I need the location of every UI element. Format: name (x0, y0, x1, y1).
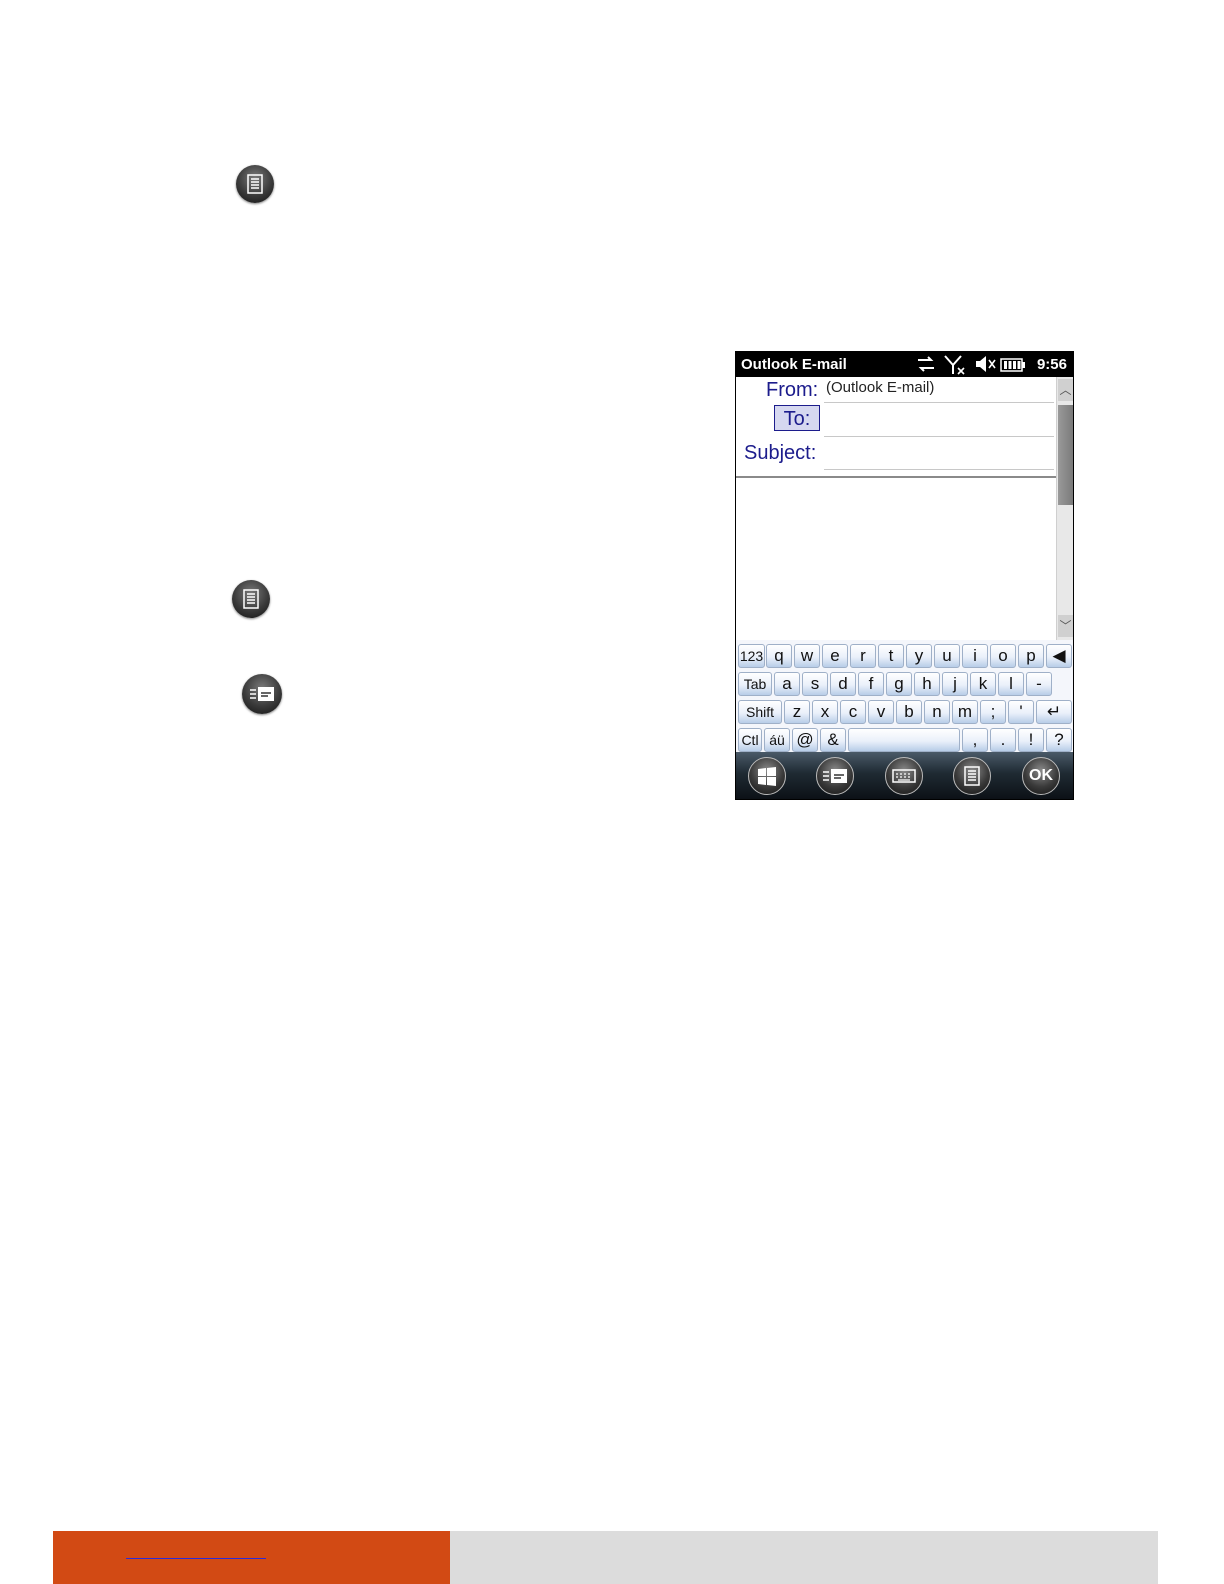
send-mail-icon (823, 769, 847, 783)
volume-muted-icon (974, 355, 996, 378)
status-bar: Outlook E-mail 9:56 (736, 352, 1073, 377)
key-shift[interactable]: Shift (738, 700, 782, 724)
scroll-up-icon[interactable]: ︿ (1058, 379, 1073, 401)
key-d[interactable]: d (830, 672, 856, 696)
key-v[interactable]: v (868, 700, 894, 724)
key-b[interactable]: b (896, 700, 922, 724)
enter-key[interactable]: ↵ (1036, 700, 1072, 724)
windows-start-icon (758, 767, 776, 786)
key-q[interactable]: q (766, 644, 792, 668)
key-f[interactable]: f (858, 672, 884, 696)
key-x[interactable]: x (812, 700, 838, 724)
scrollbar[interactable]: ︿ ﹀ (1056, 377, 1073, 640)
enter-icon: ↵ (1046, 702, 1062, 721)
key-u[interactable]: u (934, 644, 960, 668)
no-signal-icon (944, 355, 966, 380)
from-account-value[interactable]: (Outlook E-mail) (826, 379, 934, 396)
message-body[interactable] (736, 478, 1056, 640)
menu-icon (232, 580, 270, 618)
footer-link-underline[interactable] (126, 1558, 266, 1559)
clock: 9:56 (1036, 356, 1067, 373)
to-field[interactable] (824, 408, 1052, 434)
taskbar: OK (736, 752, 1073, 799)
key-hyphen[interactable]: - (1026, 672, 1052, 696)
key-exclamation[interactable]: ! (1018, 728, 1044, 752)
key-y[interactable]: y (906, 644, 932, 668)
keyboard-icon (892, 769, 916, 783)
key-a[interactable]: a (774, 672, 800, 696)
key-accents[interactable]: áü (764, 728, 790, 752)
backspace-icon: ◀ (1052, 646, 1066, 665)
key-apostrophe[interactable]: ' (1008, 700, 1034, 724)
app-title: Outlook E-mail (741, 356, 847, 373)
key-l[interactable]: l (998, 672, 1024, 696)
data-sync-icon (916, 355, 936, 378)
scroll-down-icon[interactable]: ﹀ (1058, 615, 1073, 637)
key-j[interactable]: j (942, 672, 968, 696)
subject-label: Subject: (744, 442, 817, 464)
key-ctl[interactable]: Ctl (738, 728, 762, 752)
key-space[interactable] (848, 728, 960, 752)
key-n[interactable]: n (924, 700, 950, 724)
key-g[interactable]: g (886, 672, 912, 696)
battery-icon (1000, 357, 1026, 378)
to-button[interactable]: To: (774, 405, 820, 431)
key-at[interactable]: @ (792, 728, 818, 752)
key-r[interactable]: r (850, 644, 876, 668)
key-m[interactable]: m (952, 700, 978, 724)
from-label: From: (766, 379, 819, 401)
key-p[interactable]: p (1018, 644, 1044, 668)
key-s[interactable]: s (802, 672, 828, 696)
on-screen-keyboard: 123 q w e r t y u i o p ◀ Tab a s d f g … (736, 640, 1073, 752)
menu-icon (964, 766, 980, 786)
key-tab[interactable]: Tab (738, 672, 772, 696)
key-z[interactable]: z (784, 700, 810, 724)
send-mail-icon (242, 674, 282, 714)
ok-button[interactable]: OK (1022, 757, 1060, 795)
send-button[interactable] (816, 757, 854, 795)
footer-gray-bar (450, 1531, 1158, 1584)
ok-label: OK (1029, 767, 1053, 784)
device-screenshot: Outlook E-mail 9:56 From: (Outlook E-mai… (735, 351, 1074, 800)
subject-field[interactable] (824, 442, 1052, 468)
key-o[interactable]: o (990, 644, 1016, 668)
key-i[interactable]: i (962, 644, 988, 668)
keyboard-button[interactable] (885, 757, 923, 795)
key-semicolon[interactable]: ; (980, 700, 1006, 724)
windows-start-button[interactable] (748, 757, 786, 795)
menu-button[interactable] (953, 757, 991, 795)
backspace-key[interactable]: ◀ (1046, 644, 1072, 668)
key-period[interactable]: . (990, 728, 1016, 752)
key-question[interactable]: ? (1046, 728, 1072, 752)
key-e[interactable]: e (822, 644, 848, 668)
key-k[interactable]: k (970, 672, 996, 696)
menu-icon (236, 165, 274, 203)
scroll-thumb[interactable] (1058, 405, 1073, 505)
key-w[interactable]: w (794, 644, 820, 668)
key-h[interactable]: h (914, 672, 940, 696)
key-123[interactable]: 123 (738, 644, 765, 668)
key-t[interactable]: t (878, 644, 904, 668)
key-ampersand[interactable]: & (820, 728, 846, 752)
key-comma[interactable]: , (962, 728, 988, 752)
key-c[interactable]: c (840, 700, 866, 724)
